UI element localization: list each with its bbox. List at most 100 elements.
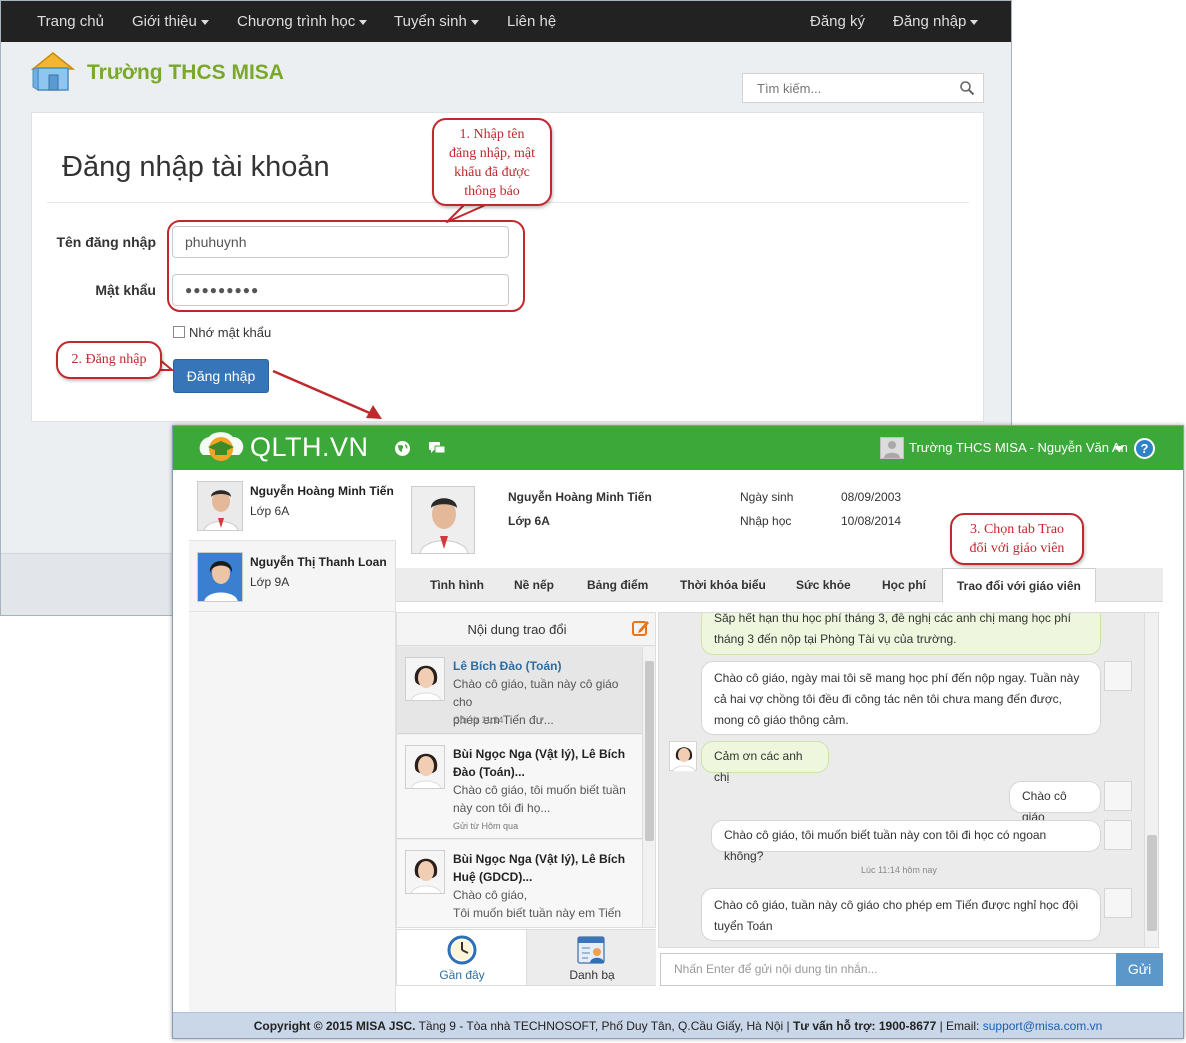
nav-about-label: Giới thiệu [132, 13, 197, 30]
teacher-photo [405, 657, 445, 701]
chevron-down-icon [200, 19, 209, 25]
callout-step-3-line: đổi với giáo viên [969, 541, 1065, 556]
nav-about[interactable]: Giới thiệu [132, 1, 209, 42]
tab-suc-khoe[interactable]: Sức khỏe [796, 568, 851, 602]
callout-step-3: 3. Chọn tab Trao đổi với giáo viên [950, 513, 1084, 565]
tab-contacts[interactable]: Danh bạ [526, 930, 656, 985]
callout-step-2-text: 2. Đăng nhập [71, 352, 147, 367]
student-photo [197, 552, 243, 602]
footer-hotline: Tư vấn hỗ trợ: 1900-8677 [792, 1019, 937, 1033]
teacher-photo [405, 850, 445, 894]
search-input[interactable] [743, 74, 953, 102]
student-class: Lớp 6A [250, 504, 290, 518]
user-silhouette-icon [884, 441, 900, 458]
message-bubble-parent: Chào cô giáo, tôi muốn biết tuần này con… [711, 820, 1101, 863]
message-line: Chào cô giáo, tuần này cô giáo cho phép … [714, 898, 1079, 912]
contacts-book-icon [577, 936, 605, 964]
nav-login[interactable]: Đăng nhập [893, 1, 979, 42]
callout-step-3-line: 3. Chọn tab Trao [969, 522, 1065, 537]
compose-icon[interactable] [632, 619, 650, 637]
conversation-name: Bùi Ngọc Nga (Vật lý), Lê Bích Đào (Toán… [453, 745, 641, 781]
user-avatar[interactable] [880, 437, 904, 459]
conversation-item[interactable]: Bùi Ngọc Nga (Vật lý), Lê Bích Đào (Toán… [397, 735, 642, 839]
scrollbar-thumb[interactable] [645, 661, 654, 841]
preview-line: Chào cô giáo, [453, 888, 528, 902]
tab-thoi-khoa-bieu[interactable]: Thời khóa biểu [680, 568, 766, 602]
student-list: Nguyễn Hoàng Minh Tiến Lớp 6A Nguyễn Thị… [189, 470, 396, 1014]
remember-me[interactable]: Nhớ mật khẩu [173, 325, 271, 340]
scrollbar-thumb[interactable] [1147, 835, 1157, 931]
conversation-list-header: Nội dung trao đổi [397, 613, 655, 646]
parent-avatar-icon [1104, 888, 1132, 918]
message-input[interactable]: Nhấn Enter để gửi nội dung tin nhắn... [660, 953, 1117, 986]
chevron-down-icon [359, 19, 368, 25]
chevron-down-icon[interactable] [1114, 446, 1124, 452]
student-name: Nguyễn Thị Thanh Loan [250, 555, 387, 569]
conversation-list: Nội dung trao đổi Lê Bích Đào (Toán) Chà… [396, 612, 656, 928]
graduation-cap-logo-icon[interactable] [195, 429, 247, 469]
nav-programs[interactable]: Chương trình học [237, 1, 368, 42]
tab-ne-nep[interactable]: Nề nếp [514, 568, 554, 602]
message-line: Chào cô giáo, ngày mai tôi sẽ mang học p… [714, 671, 1080, 685]
send-button[interactable]: Gửi [1116, 953, 1163, 986]
tab-tinh-hinh[interactable]: Tình hình [430, 568, 484, 602]
tab-bang-diem[interactable]: Bảng điểm [587, 568, 648, 602]
name-line: Bùi Ngọc Nga (Vật lý), Lê Bích [453, 747, 626, 761]
nav-register-label: Đăng ký [810, 13, 866, 30]
app-footer: Copyright © 2015 MISA JSC. Tầng 9 - Tòa … [173, 1012, 1183, 1038]
nav-contact[interactable]: Liên hệ [507, 1, 556, 42]
student-name: Nguyễn Hoàng Minh Tiến [250, 484, 394, 498]
message-line: tháng 3 đến nộp tại Phòng Tài vụ của trư… [714, 632, 957, 646]
username-label: Tên đăng nhập [56, 234, 156, 250]
nav-register[interactable]: Đăng ký [810, 1, 865, 42]
teacher-photo [405, 745, 445, 789]
chevron-down-icon [470, 19, 479, 25]
conversation-list-scrollbar[interactable] [642, 647, 655, 927]
user-name[interactable]: Trường THCS MISA - Nguyễn Văn An [909, 440, 1128, 455]
help-icon[interactable]: ? [1134, 438, 1155, 459]
footer-address: Tầng 9 - Tòa nhà TECHNOSOFT, Phố Duy Tân… [415, 1019, 793, 1033]
enroll-label: Nhập học [740, 514, 792, 528]
student-item[interactable]: Nguyễn Hoàng Minh Tiến Lớp 6A [189, 470, 396, 541]
tab-hoc-phi[interactable]: Học phí [882, 568, 926, 602]
tab-recent[interactable]: Gần đây [397, 930, 527, 985]
student-item[interactable]: Nguyễn Thị Thanh Loan Lớp 9A [189, 541, 396, 612]
footer-email-link[interactable]: support@misa.com.vn [983, 1019, 1103, 1033]
callout-step-1-line: 1. Nhập tên [459, 127, 525, 142]
top-navbar: Trang chủ Giới thiệu Chương trình học Tu… [1, 1, 1011, 42]
conversation-item[interactable]: Lê Bích Đào (Toán) Chào cô giáo, tuần nà… [397, 647, 642, 734]
nav-login-label: Đăng nhập [893, 13, 967, 30]
login-button[interactable]: Đăng nhập [173, 359, 269, 393]
message-bubble-parent: Chào cô giáo [1009, 781, 1101, 824]
student-class: Lớp 9A [250, 575, 290, 589]
search-icon[interactable] [959, 80, 975, 96]
house-icon [30, 52, 76, 91]
chat-icon[interactable] [428, 441, 446, 457]
parent-avatar-icon [1104, 781, 1132, 811]
app-brand[interactable]: QLTH.VN [250, 432, 369, 463]
profile-class: Lớp 6A [508, 514, 550, 528]
nav-admissions[interactable]: Tuyển sinh [394, 1, 479, 42]
callout-step-1-line: thông báo [464, 184, 520, 199]
remember-checkbox[interactable] [173, 326, 185, 338]
globe-icon[interactable] [394, 440, 411, 457]
nav-home-label: Trang chủ [37, 13, 104, 30]
nav-home[interactable]: Trang chủ [37, 1, 104, 42]
tab-recent-label: Gần đây [439, 968, 485, 982]
password-input[interactable]: ●●●●●●●●● [172, 274, 509, 306]
profile-name: Nguyễn Hoàng Minh Tiến [508, 490, 652, 504]
message-line: Sắp hết hạn thu học phí tháng 3, đề nghị… [714, 612, 1071, 625]
nav-admissions-label: Tuyển sinh [394, 13, 467, 30]
callout-step-1: 1. Nhập tên đăng nhập, mật khẩu đã được … [432, 118, 552, 206]
conversation-name: Lê Bích Đào (Toán) [453, 659, 562, 673]
preview-line: Chào cô giáo, tôi muốn biết tuần [453, 783, 626, 797]
tab-trao-doi[interactable]: Trao đổi với giáo viên [942, 568, 1096, 603]
conversation-item[interactable]: Bùi Ngọc Nga (Vật lý), Lê Bích Huệ (GDCD… [397, 840, 642, 927]
student-photo [197, 481, 243, 531]
callout-step-2: 2. Đăng nhập [56, 341, 162, 379]
chat-scrollbar[interactable] [1144, 613, 1158, 947]
username-input[interactable]: phuhuynh [172, 226, 509, 258]
callout-step-1-line: khẩu đã được [454, 165, 530, 180]
teacher-avatar [669, 741, 697, 773]
profile-photo [411, 486, 475, 554]
